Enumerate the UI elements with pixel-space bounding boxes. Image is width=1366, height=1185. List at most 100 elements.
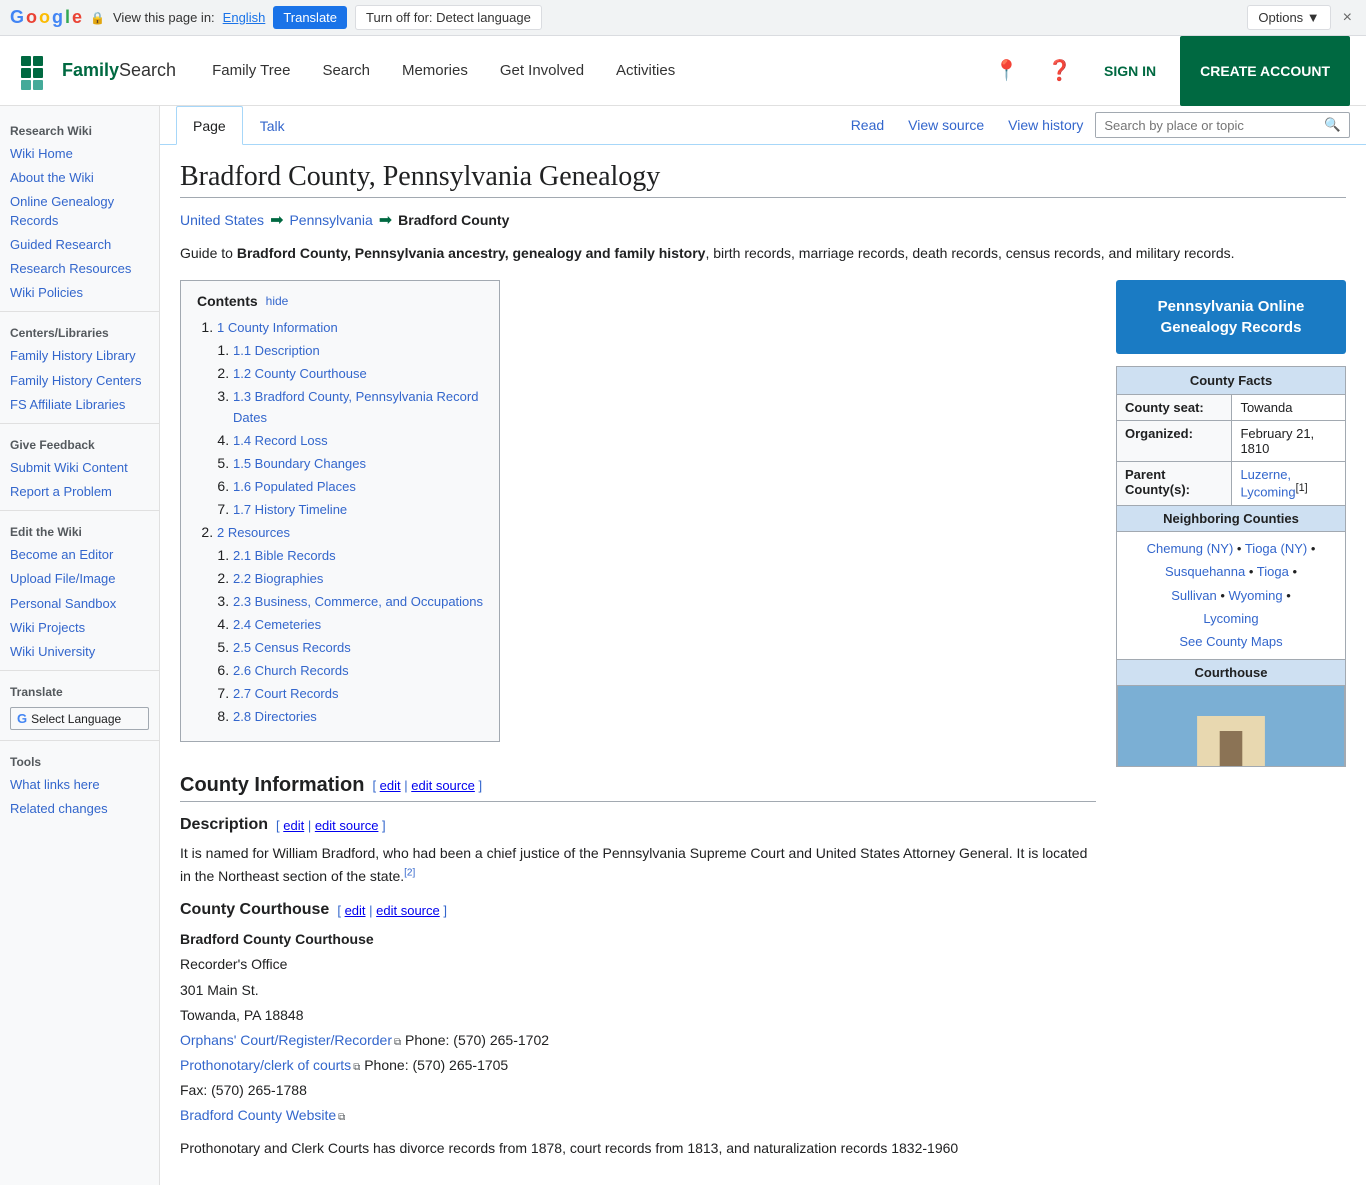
lock-icon: 🔒 [90, 11, 105, 25]
tab-talk[interactable]: Talk [243, 106, 302, 145]
toc-item-2-6[interactable]: 2.6 Church Records [233, 663, 349, 678]
description-edit-source-link[interactable]: edit source [315, 818, 379, 833]
breadcrumb-pa[interactable]: Pennsylvania [289, 212, 372, 228]
give-feedback-title: Give Feedback [0, 430, 159, 456]
nav-get-involved[interactable]: Get Involved [484, 36, 600, 106]
options-button[interactable]: Options ▼ [1247, 5, 1330, 30]
toc-hide-link[interactable]: hide [266, 294, 289, 308]
sidebar-guided-research[interactable]: Guided Research [0, 233, 159, 257]
toc-item-2[interactable]: 2 Resources [217, 525, 290, 540]
county-info-edit-source-link[interactable]: edit source [411, 778, 475, 793]
county-info-edit-link[interactable]: edit [380, 778, 401, 793]
description-edit-link[interactable]: edit [283, 818, 304, 833]
sidebar-become-editor[interactable]: Become an Editor [0, 543, 159, 567]
toc-item-2-8[interactable]: 2.8 Directories [233, 709, 317, 724]
chemung-ny-link[interactable]: Chemung (NY) [1147, 541, 1234, 556]
select-language-btn[interactable]: G Select Language [10, 707, 149, 730]
wiki-search-button[interactable]: 🔍 [1316, 113, 1349, 137]
see-county-maps-link[interactable]: See County Maps [1179, 634, 1282, 649]
sidebar-research-resources[interactable]: Research Resources [0, 257, 159, 281]
location-icon-button[interactable]: 📍 [986, 50, 1027, 91]
toc-item-2-1[interactable]: 2.1 Bible Records [233, 548, 336, 563]
toc-item-1-6[interactable]: 1.6 Populated Places [233, 479, 356, 494]
nav-search[interactable]: Search [306, 36, 386, 106]
toc-item-2-4[interactable]: 2.4 Cemeteries [233, 617, 321, 632]
sidebar-submit-wiki-content[interactable]: Submit Wiki Content [0, 456, 159, 480]
toc-item-1-5[interactable]: 1.5 Boundary Changes [233, 456, 366, 471]
sidebar-online-genealogy[interactable]: Online Genealogy Records [0, 190, 159, 232]
toc-item-1[interactable]: 1 County Information [217, 320, 338, 335]
sidebar-wiki-university[interactable]: Wiki University [0, 640, 159, 664]
breadcrumb: United States ➡ Pennsylvania ➡ Bradford … [180, 210, 1346, 230]
toc-item-2-3[interactable]: 2.3 Business, Commerce, and Occupations [233, 594, 483, 609]
sidebar-personal-sandbox[interactable]: Personal Sandbox [0, 592, 159, 616]
neighboring-counties-header: Neighboring Counties [1117, 505, 1346, 531]
lycoming-neighbor-link[interactable]: Lycoming [1203, 611, 1258, 626]
sidebar-upload-file-image[interactable]: Upload File/Image [0, 567, 159, 591]
parent-county-value: Luzerne, Lycoming[1] [1232, 462, 1346, 505]
toc-item-1-3[interactable]: 1.3 Bradford County, Pennsylvania Record… [233, 389, 478, 425]
language-link[interactable]: English [223, 10, 266, 25]
lycoming-link[interactable]: Lycoming [1240, 485, 1295, 500]
luzerne-link[interactable]: Luzerne, [1240, 467, 1291, 482]
content-area: Page Talk Read View source View history … [160, 106, 1366, 1185]
county-website-link[interactable]: Bradford County Website [180, 1107, 345, 1123]
nav-family-tree[interactable]: Family Tree [196, 36, 306, 106]
courthouse-street: 301 Main St. [180, 982, 259, 998]
sidebar-related-changes[interactable]: Related changes [0, 797, 159, 821]
toc-title: Contents hide [197, 293, 483, 309]
sidebar-about-wiki[interactable]: About the Wiki [0, 166, 159, 190]
wiki-search-input[interactable] [1096, 114, 1316, 137]
close-translate-button[interactable]: × [1339, 9, 1356, 27]
orphans-court-link[interactable]: Orphans' Court/Register/Recorder [180, 1032, 401, 1048]
tioga-ny-link[interactable]: Tioga (NY) [1245, 541, 1307, 556]
sidebar-family-history-library[interactable]: Family History Library [0, 344, 159, 368]
sidebar-wiki-home[interactable]: Wiki Home [0, 142, 159, 166]
turnoff-button[interactable]: Turn off for: Detect language [355, 5, 542, 30]
help-icon-button[interactable]: ❓ [1039, 50, 1080, 91]
nav-activities[interactable]: Activities [600, 36, 691, 106]
sidebar-report-problem[interactable]: Report a Problem [0, 480, 159, 504]
prothonotary-link[interactable]: Prothonotary/clerk of courts [180, 1057, 360, 1073]
tab-view-source[interactable]: View source [896, 109, 996, 141]
sidebar-what-links-here[interactable]: What links here [0, 773, 159, 797]
sidebar-fs-affiliate-libraries[interactable]: FS Affiliate Libraries [0, 393, 159, 417]
tioga-link[interactable]: Tioga [1257, 564, 1289, 579]
wyoming-link[interactable]: Wyoming [1229, 588, 1283, 603]
toc-item-1-7[interactable]: 1.7 History Timeline [233, 502, 347, 517]
create-account-button[interactable]: CREATE ACCOUNT [1180, 36, 1350, 106]
toc-list: 1 County Information 1.1 Description 1.2… [197, 317, 483, 727]
nav-memories[interactable]: Memories [386, 36, 484, 106]
prothonotary-text: Prothonotary and Clerk Courts has divorc… [180, 1137, 1096, 1159]
breadcrumb-us[interactable]: United States [180, 212, 264, 228]
description-heading: Description [ edit | edit source ] [180, 816, 1096, 834]
tab-read[interactable]: Read [839, 109, 896, 141]
sidebar-family-history-centers[interactable]: Family History Centers [0, 369, 159, 393]
courthouse-edit-link[interactable]: edit [345, 903, 366, 918]
translate-button[interactable]: Translate [273, 6, 347, 29]
pa-genealogy-button[interactable]: Pennsylvania Online Genealogy Records [1116, 280, 1346, 354]
sullivan-link[interactable]: Sullivan [1171, 588, 1217, 603]
courthouse-edit-source-link[interactable]: edit source [376, 903, 440, 918]
site-logo[interactable]: FamilySearch [16, 51, 176, 91]
toc-item-2-7[interactable]: 2.7 Court Records [233, 686, 339, 701]
courthouse-heading: County Courthouse [ edit | edit source ] [180, 901, 1096, 919]
neighboring-counties-cell: Chemung (NY) • Tioga (NY) • Susquehanna … [1117, 531, 1346, 659]
toc-item-1-2[interactable]: 1.2 County Courthouse [233, 366, 367, 381]
sign-in-button[interactable]: SIGN IN [1092, 55, 1168, 87]
centers-libraries-title: Centers/Libraries [0, 318, 159, 344]
translate-bar: Google 🔒 View this page in: English Tran… [0, 0, 1366, 36]
sidebar-wiki-policies[interactable]: Wiki Policies [0, 281, 159, 305]
tab-page[interactable]: Page [176, 106, 243, 145]
parent-ref: [1] [1296, 482, 1308, 494]
sidebar-wiki-projects[interactable]: Wiki Projects [0, 616, 159, 640]
description-ref: [2] [404, 867, 415, 878]
susquehanna-link[interactable]: Susquehanna [1165, 564, 1245, 579]
toc-item-2-5[interactable]: 2.5 Census Records [233, 640, 351, 655]
toc-item-1-1[interactable]: 1.1 Description [233, 343, 320, 358]
article-title: Bradford County, Pennsylvania Genealogy [180, 161, 1346, 198]
google-logo: Google [10, 7, 82, 28]
toc-item-1-4[interactable]: 1.4 Record Loss [233, 433, 328, 448]
toc-item-2-2[interactable]: 2.2 Biographies [233, 571, 323, 586]
tab-view-history[interactable]: View history [996, 109, 1095, 141]
